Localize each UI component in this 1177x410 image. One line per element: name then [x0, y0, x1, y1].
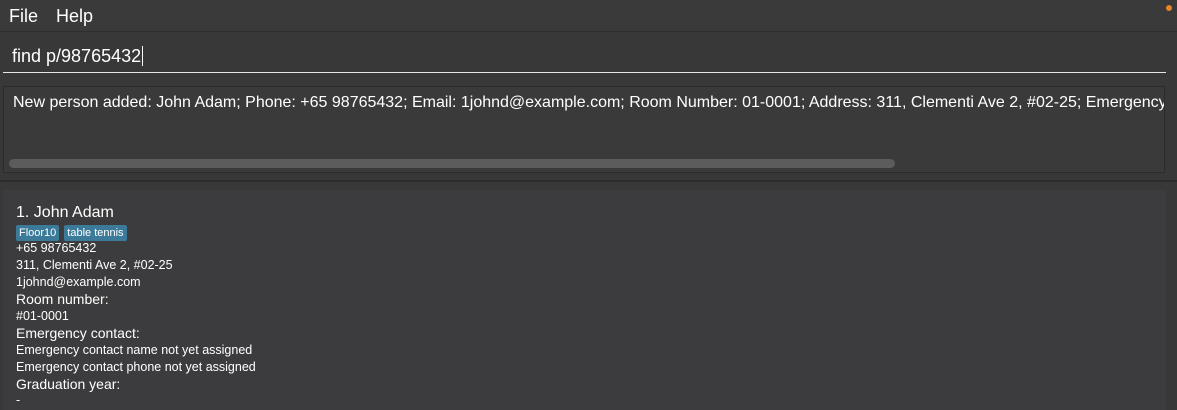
room-number-label: Room number: [16, 291, 109, 307]
result-display-area: New person added: John Adam; Phone: +65 … [0, 79, 1177, 179]
room-number: #01-0001 [16, 309, 69, 323]
text-caret [142, 46, 144, 66]
status-dot-icon [1166, 5, 1172, 11]
emergency-contact-name: Emergency contact name not yet assigned [16, 343, 253, 357]
result-message: New person added: John Adam; Phone: +65 … [13, 94, 1165, 111]
graduation-year: - [16, 393, 21, 407]
menu-bar: File Help [0, 0, 1177, 32]
horizontal-scrollbar[interactable] [7, 158, 1162, 168]
command-text: find p/98765432 [12, 46, 142, 66]
person-list: 1. John Adam Floor10 table tennis +65 987… [0, 182, 1177, 410]
emergency-contact-phone: Emergency contact phone not yet assigned [16, 360, 256, 374]
person-email: 1johnd@example.com [16, 275, 141, 289]
person-name: 1. John Adam [16, 204, 114, 221]
person-card[interactable]: 1. John Adam Floor10 table tennis +65 987… [3, 190, 1166, 410]
tag: table tennis [64, 225, 127, 241]
scrollbar-thumb[interactable] [9, 159, 895, 168]
tag: Floor10 [16, 225, 60, 241]
result-display[interactable]: New person added: John Adam; Phone: +65 … [3, 86, 1165, 173]
emergency-contact-label: Emergency contact: [16, 325, 140, 341]
command-input[interactable]: find p/98765432 [3, 34, 1166, 73]
menu-help[interactable]: Help [56, 6, 93, 27]
person-address: 311, Clementi Ave 2, #02-25 [16, 258, 173, 272]
graduation-year-label: Graduation year: [16, 376, 121, 392]
tag-list: Floor10 table tennis [16, 223, 132, 241]
command-area: find p/98765432 [0, 32, 1177, 78]
person-phone: +65 98765432 [16, 241, 97, 255]
menu-file[interactable]: File [9, 6, 38, 27]
